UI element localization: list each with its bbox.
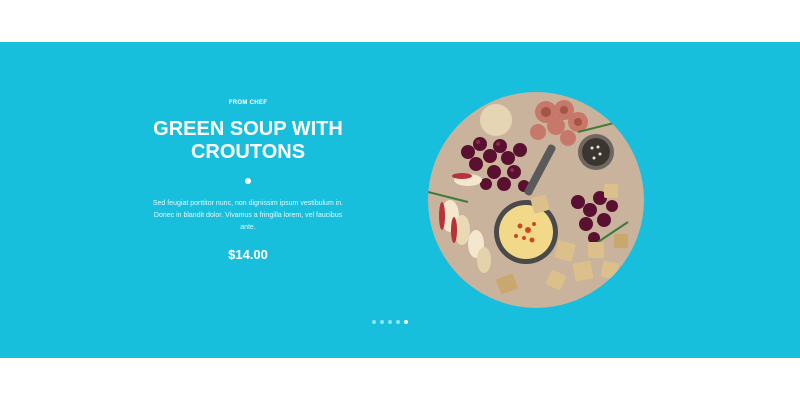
slider-dot[interactable]: [380, 320, 384, 324]
separator-dot: [245, 178, 251, 184]
slide-price: $14.00: [228, 247, 268, 262]
slider-dot[interactable]: [372, 320, 376, 324]
slider-dot[interactable]: [396, 320, 400, 324]
slider-dot[interactable]: [388, 320, 392, 324]
slide-eyebrow: FROM CHEF: [228, 100, 268, 106]
food-platter-image: [428, 92, 644, 308]
slider-pagination: [372, 320, 408, 324]
hero-slider: FROM CHEF GREEN SOUP WITH CROUTONS Sed f…: [0, 42, 800, 358]
slide-description: Sed feugiat porttitor nunc, non dignissi…: [152, 200, 344, 231]
platter-illustration: [428, 92, 644, 308]
slide-title: GREEN SOUP WITH CROUTONS: [153, 118, 343, 163]
slider-dot-active[interactable]: [404, 320, 408, 324]
